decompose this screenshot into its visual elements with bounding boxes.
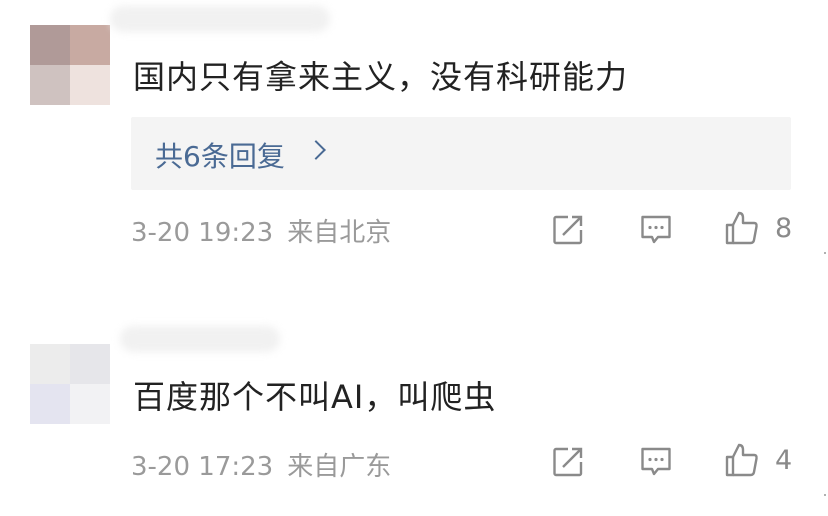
comment-text: 国内只有拿来主义，没有科研能力 — [133, 58, 629, 96]
comment-location: 来自广东 — [287, 452, 392, 482]
avatar-pixel — [70, 384, 110, 424]
replies-label: 共6条回复 — [155, 140, 285, 173]
avatar-pixel — [30, 25, 70, 65]
share-icon — [553, 447, 583, 477]
avatar-pixel — [70, 344, 110, 384]
avatar-pixel — [70, 25, 110, 65]
edge-dot — [824, 252, 826, 254]
comment-button[interactable] — [640, 446, 672, 478]
comment-button[interactable] — [640, 214, 672, 246]
comment-text: 百度那个不叫AI，叫爬虫 — [133, 378, 497, 416]
comment-meta: 3-20 19:23 来自北京 — [131, 212, 391, 249]
avatar-pixel — [30, 65, 70, 105]
avatar-pixel — [30, 384, 70, 424]
thumbs-up-icon — [725, 211, 758, 245]
like-button[interactable] — [724, 210, 760, 246]
edge-dot — [824, 494, 826, 496]
like-count: 8 — [775, 213, 793, 244]
comment-time: 3-20 19:23 — [131, 218, 274, 248]
comment-icon — [641, 447, 671, 476]
like-count: 4 — [775, 445, 793, 476]
avatar[interactable] — [30, 344, 110, 424]
comment-icon — [641, 215, 671, 244]
comment-meta: 3-20 17:23 来自广东 — [131, 446, 391, 483]
view-replies-button[interactable]: 共6条回复 — [131, 117, 791, 190]
share-button[interactable] — [552, 214, 584, 246]
thumbs-up-icon — [725, 443, 758, 477]
avatar-pixel — [70, 65, 110, 105]
avatar-pixel — [30, 344, 70, 384]
like-button[interactable] — [724, 442, 760, 478]
share-icon — [553, 215, 583, 245]
chevron-right-icon — [306, 140, 326, 160]
comment-location: 来自北京 — [287, 218, 392, 248]
comment-time: 3-20 17:23 — [131, 452, 274, 482]
avatar[interactable] — [30, 25, 110, 105]
username-blurred — [120, 326, 280, 352]
share-button[interactable] — [552, 446, 584, 478]
username-blurred — [110, 6, 330, 32]
